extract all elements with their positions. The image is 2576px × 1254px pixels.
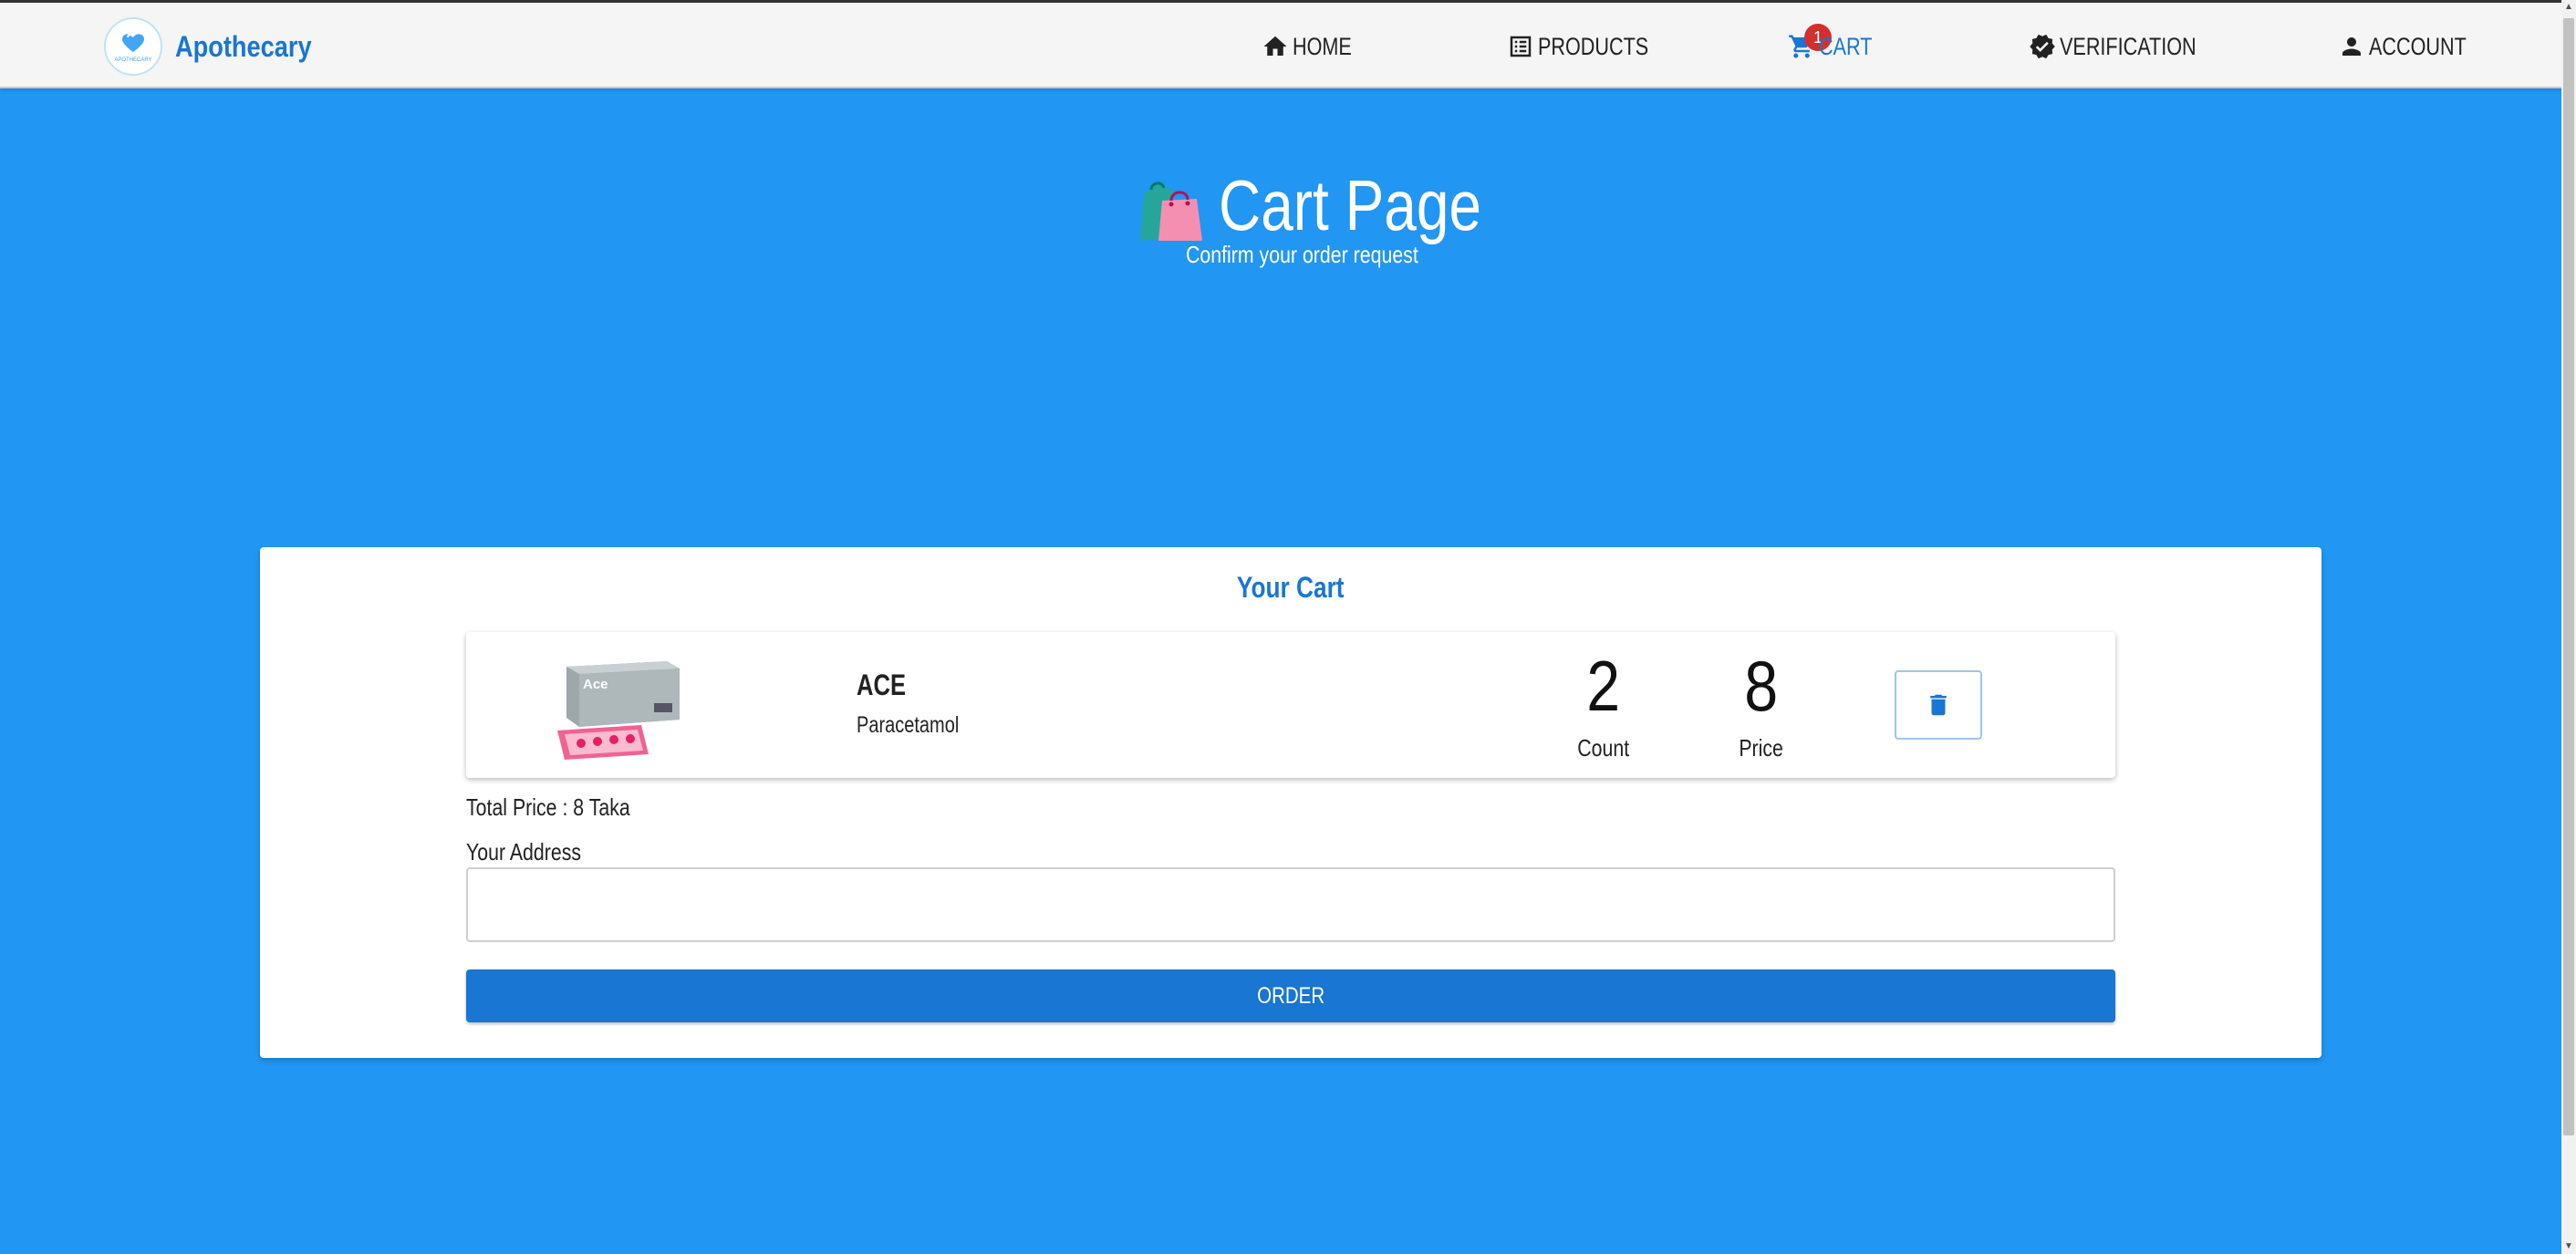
item-price-label: Price <box>1739 734 1784 762</box>
brand-name: Apothecary <box>175 29 312 63</box>
list-icon <box>1510 36 1532 57</box>
order-button[interactable]: ORDER <box>466 969 2115 1022</box>
navbar: APOTHECARY Apothecary Home Products 1 Ca… <box>0 0 2561 88</box>
product-image: Ace <box>557 661 680 760</box>
page-header: Cart Page <box>1131 164 1539 247</box>
nav-products-label: Products <box>1538 32 1649 60</box>
nav-home[interactable]: Home <box>1262 28 1366 65</box>
address-label: Your Address <box>466 838 582 865</box>
nav-cart[interactable]: 1 Cart <box>1788 24 1885 65</box>
page-subtitle: Confirm your order request <box>1186 241 1418 268</box>
svg-text:Ace: Ace <box>583 677 608 692</box>
nav-home-label: Home <box>1293 32 1352 60</box>
brand-logo: APOTHECARY <box>104 17 162 76</box>
scroll-down-arrow[interactable]: ▼ <box>2561 1239 2576 1254</box>
item-count-label: Count <box>1577 734 1630 762</box>
item-count-value: 2 <box>1586 646 1621 726</box>
nav-cart-label: Cart <box>1819 32 1873 60</box>
delete-item-button[interactable] <box>1895 670 1982 740</box>
item-price-value: 8 <box>1744 646 1779 726</box>
home-icon <box>1263 36 1287 56</box>
svg-text:APOTHECARY: APOTHECARY <box>114 57 151 63</box>
shopping-bags-icon <box>1140 181 1202 241</box>
total-price: Total Price : 8 Taka <box>466 793 630 821</box>
scroll-up-arrow[interactable]: ▲ <box>2561 0 2576 15</box>
nav-account[interactable]: Account <box>2338 28 2491 65</box>
person-icon <box>2342 37 2361 56</box>
cart-card: Your Cart Ace ACE Paracetamol 2 Count 8 … <box>260 547 2322 1058</box>
product-name: ACE <box>857 668 907 701</box>
address-input[interactable] <box>466 867 2115 942</box>
verified-icon <box>2030 34 2055 59</box>
nav-verification[interactable]: Verification <box>2029 28 2230 65</box>
item-count: 2 Count <box>1549 650 1658 762</box>
brand-link[interactable]: APOTHECARY Apothecary <box>104 17 336 76</box>
page-scrollbar[interactable]: ▲ ▼ <box>2561 0 2576 1254</box>
page-title: Cart Page <box>1219 165 1481 245</box>
item-price: 8 Price <box>1707 650 1816 762</box>
nav-verification-label: Verification <box>2060 32 2197 60</box>
nav-products[interactable]: Products <box>1507 28 1677 65</box>
cart-item: Ace ACE Paracetamol 2 Count 8 Price <box>466 632 2115 778</box>
product-generic-name: Paracetamol <box>857 712 960 738</box>
trash-icon <box>1930 694 1947 716</box>
nav-account-label: Account <box>2369 32 2467 60</box>
scroll-thumb[interactable] <box>2563 18 2574 1135</box>
cart-title: Your Cart <box>1237 571 1345 604</box>
